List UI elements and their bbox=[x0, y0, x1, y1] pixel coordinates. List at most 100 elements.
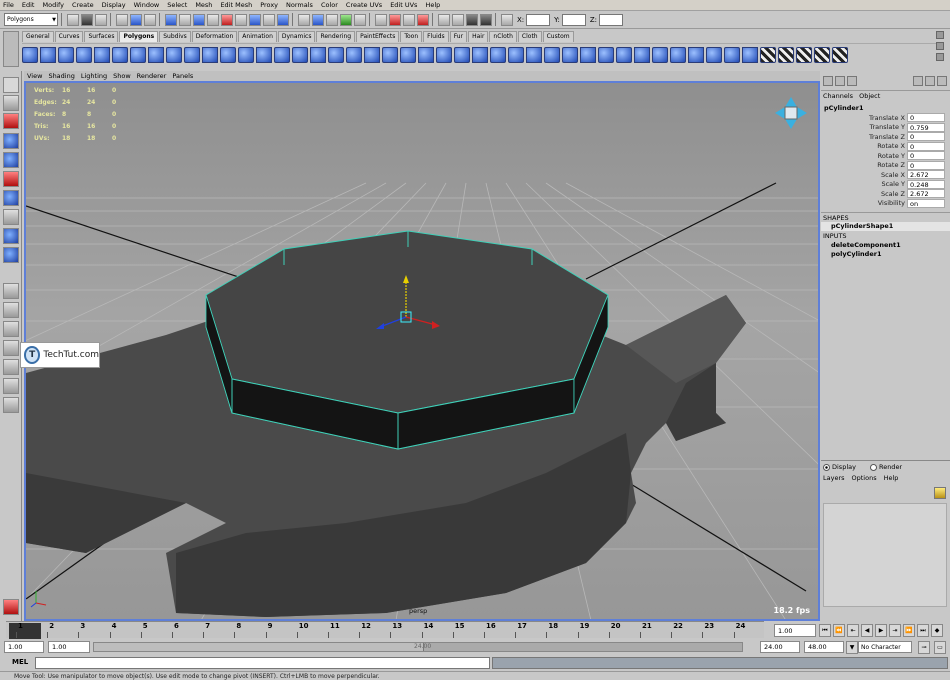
attribute-value-field[interactable]: 2.672 bbox=[907, 170, 945, 180]
menu-modify[interactable]: Modify bbox=[42, 1, 64, 9]
shelf-up-icon[interactable] bbox=[936, 31, 944, 39]
step-back-icon[interactable]: ⏪ bbox=[833, 624, 845, 637]
attribute-label[interactable]: Rotate X bbox=[821, 142, 907, 150]
step-forward-key-icon[interactable]: ⇥ bbox=[889, 624, 901, 637]
menu-set-select[interactable]: Polygons ▼ bbox=[4, 13, 58, 26]
two-pane-side-layout-icon[interactable] bbox=[3, 321, 19, 337]
collapse-icon[interactable] bbox=[580, 46, 596, 63]
new-scene-icon[interactable] bbox=[67, 13, 79, 26]
anim-settings-icon[interactable]: ▭ bbox=[934, 641, 946, 654]
make-live-icon[interactable] bbox=[354, 13, 366, 26]
snap-point-icon[interactable] bbox=[326, 13, 338, 26]
open-scene-icon[interactable] bbox=[81, 13, 93, 26]
poly-prism-icon[interactable] bbox=[130, 46, 146, 63]
boolean-difference-icon[interactable] bbox=[310, 46, 326, 63]
wedge-icon[interactable] bbox=[616, 46, 632, 63]
mirror-icon[interactable] bbox=[346, 46, 362, 63]
time-slider[interactable]: 1 2 3 4 5 6 7 8 9 10 11 12 13 14 15 16 17 18 19 20 21 22 23 24 bbox=[6, 621, 764, 639]
go-to-start-icon[interactable]: ⏮ bbox=[819, 624, 831, 637]
shelf-tab[interactable]: General bbox=[22, 31, 54, 42]
last-tool-icon[interactable] bbox=[3, 247, 19, 263]
shelf-tab[interactable]: PaintEffects bbox=[356, 31, 400, 42]
menu-edit-mesh[interactable]: Edit Mesh bbox=[220, 1, 252, 9]
tool-settings-icon[interactable] bbox=[925, 76, 935, 86]
anim-end-field[interactable]: 48.00 bbox=[804, 641, 844, 653]
persp-outliner-layout-icon[interactable] bbox=[3, 378, 19, 394]
snap-grid-icon[interactable] bbox=[298, 13, 310, 26]
scale-tool-icon[interactable] bbox=[3, 171, 19, 187]
attribute-value-field[interactable]: 2.672 bbox=[907, 189, 945, 199]
attribute-value-field[interactable]: 0.248 bbox=[907, 179, 945, 189]
cleanup-icon[interactable] bbox=[382, 46, 398, 63]
input-node[interactable]: deleteComponent1 bbox=[821, 241, 950, 250]
auto-key-icon[interactable]: ⊸ bbox=[918, 641, 930, 654]
poly-plane-icon[interactable] bbox=[94, 46, 110, 63]
auto-map-icon[interactable] bbox=[724, 46, 740, 63]
panel-menu-view[interactable]: View bbox=[27, 72, 42, 80]
attribute-label[interactable]: Rotate Z bbox=[821, 161, 907, 169]
mask-surfaces-icon[interactable] bbox=[207, 13, 219, 26]
output-ops-icon[interactable] bbox=[403, 13, 415, 26]
select-tool-icon[interactable] bbox=[3, 77, 19, 93]
shelf-tab[interactable]: Cloth bbox=[517, 31, 542, 42]
y-field[interactable] bbox=[561, 13, 586, 26]
panel-menu-renderer[interactable]: Renderer bbox=[137, 72, 167, 80]
poly-torus-icon[interactable] bbox=[112, 46, 128, 63]
attribute-value-field[interactable]: 0 bbox=[907, 141, 945, 151]
attribute-value-field[interactable]: on bbox=[907, 198, 945, 208]
poly-pipe-icon[interactable] bbox=[148, 46, 164, 63]
lasso-tool-icon[interactable] bbox=[3, 95, 19, 111]
soft-mod-icon[interactable] bbox=[3, 209, 19, 225]
two-pane-stacked-layout-icon[interactable] bbox=[3, 340, 19, 356]
attribute-editor-icon[interactable] bbox=[913, 76, 923, 86]
anim-start-field[interactable]: 1.00 bbox=[4, 641, 44, 653]
single-pane-layout-icon[interactable] bbox=[3, 283, 19, 299]
attribute-value-field[interactable]: 0.759 bbox=[907, 122, 945, 132]
extract-icon[interactable] bbox=[256, 46, 272, 63]
attribute-label[interactable]: Translate Y bbox=[821, 123, 907, 131]
shelf-menu-button[interactable] bbox=[3, 31, 19, 67]
attribute-value-field[interactable]: 0 bbox=[907, 113, 945, 123]
menu-help[interactable]: Help bbox=[425, 1, 440, 9]
object-menu[interactable]: Object bbox=[859, 92, 880, 100]
shelf-tab[interactable]: Toon bbox=[400, 31, 423, 42]
attribute-label[interactable]: Scale X bbox=[821, 171, 907, 179]
attribute-label[interactable]: Scale Y bbox=[821, 180, 907, 188]
menu-edit[interactable]: Edit bbox=[22, 1, 35, 9]
merge-icon[interactable] bbox=[562, 46, 578, 63]
input-mode-icon[interactable] bbox=[501, 13, 513, 26]
menu-file[interactable]: File bbox=[3, 1, 14, 9]
display-radio[interactable] bbox=[823, 463, 830, 471]
attribute-label[interactable]: Visibility bbox=[821, 199, 907, 207]
shelf-tab[interactable]: Dynamics bbox=[277, 31, 316, 42]
mask-joints-icon[interactable] bbox=[179, 13, 191, 26]
step-back-key-icon[interactable]: ⇤ bbox=[847, 624, 859, 637]
input-ops-icon[interactable] bbox=[389, 13, 401, 26]
selected-object-name[interactable]: pCylinder1 bbox=[821, 103, 950, 113]
snap-view-plane-icon[interactable] bbox=[340, 13, 352, 26]
attribute-value-field[interactable]: 0 bbox=[907, 132, 945, 142]
panel-menu-show[interactable]: Show bbox=[113, 72, 131, 80]
panel-menu-lighting[interactable]: Lighting bbox=[81, 72, 107, 80]
menu-select[interactable]: Select bbox=[167, 1, 187, 9]
layer-list[interactable] bbox=[823, 503, 947, 607]
universal-manip-icon[interactable] bbox=[3, 190, 19, 206]
checker-map-icon[interactable] bbox=[760, 46, 776, 63]
menu-mesh[interactable]: Mesh bbox=[195, 1, 212, 9]
new-layer-icon[interactable] bbox=[934, 487, 946, 499]
mask-handles-icon[interactable] bbox=[165, 13, 177, 26]
four-pane-layout-icon[interactable] bbox=[3, 302, 19, 318]
channel-layer-icon[interactable] bbox=[835, 76, 845, 86]
anim-prefs-icon[interactable]: ◆ bbox=[931, 624, 943, 637]
current-frame-field[interactable]: 1.00 bbox=[774, 624, 816, 637]
poly-cube-icon[interactable] bbox=[40, 46, 56, 63]
select-object-icon[interactable] bbox=[130, 13, 142, 26]
render-radio[interactable] bbox=[869, 463, 877, 471]
menu-color[interactable]: Color bbox=[321, 1, 338, 9]
play-forwards-icon[interactable]: ▶ bbox=[875, 624, 887, 637]
command-input[interactable] bbox=[35, 657, 490, 669]
separate-icon[interactable] bbox=[238, 46, 254, 63]
more-layouts-icon[interactable] bbox=[3, 397, 19, 413]
poly-soccer-ball-icon[interactable] bbox=[184, 46, 200, 63]
go-to-end-icon[interactable]: ⏭ bbox=[917, 624, 929, 637]
